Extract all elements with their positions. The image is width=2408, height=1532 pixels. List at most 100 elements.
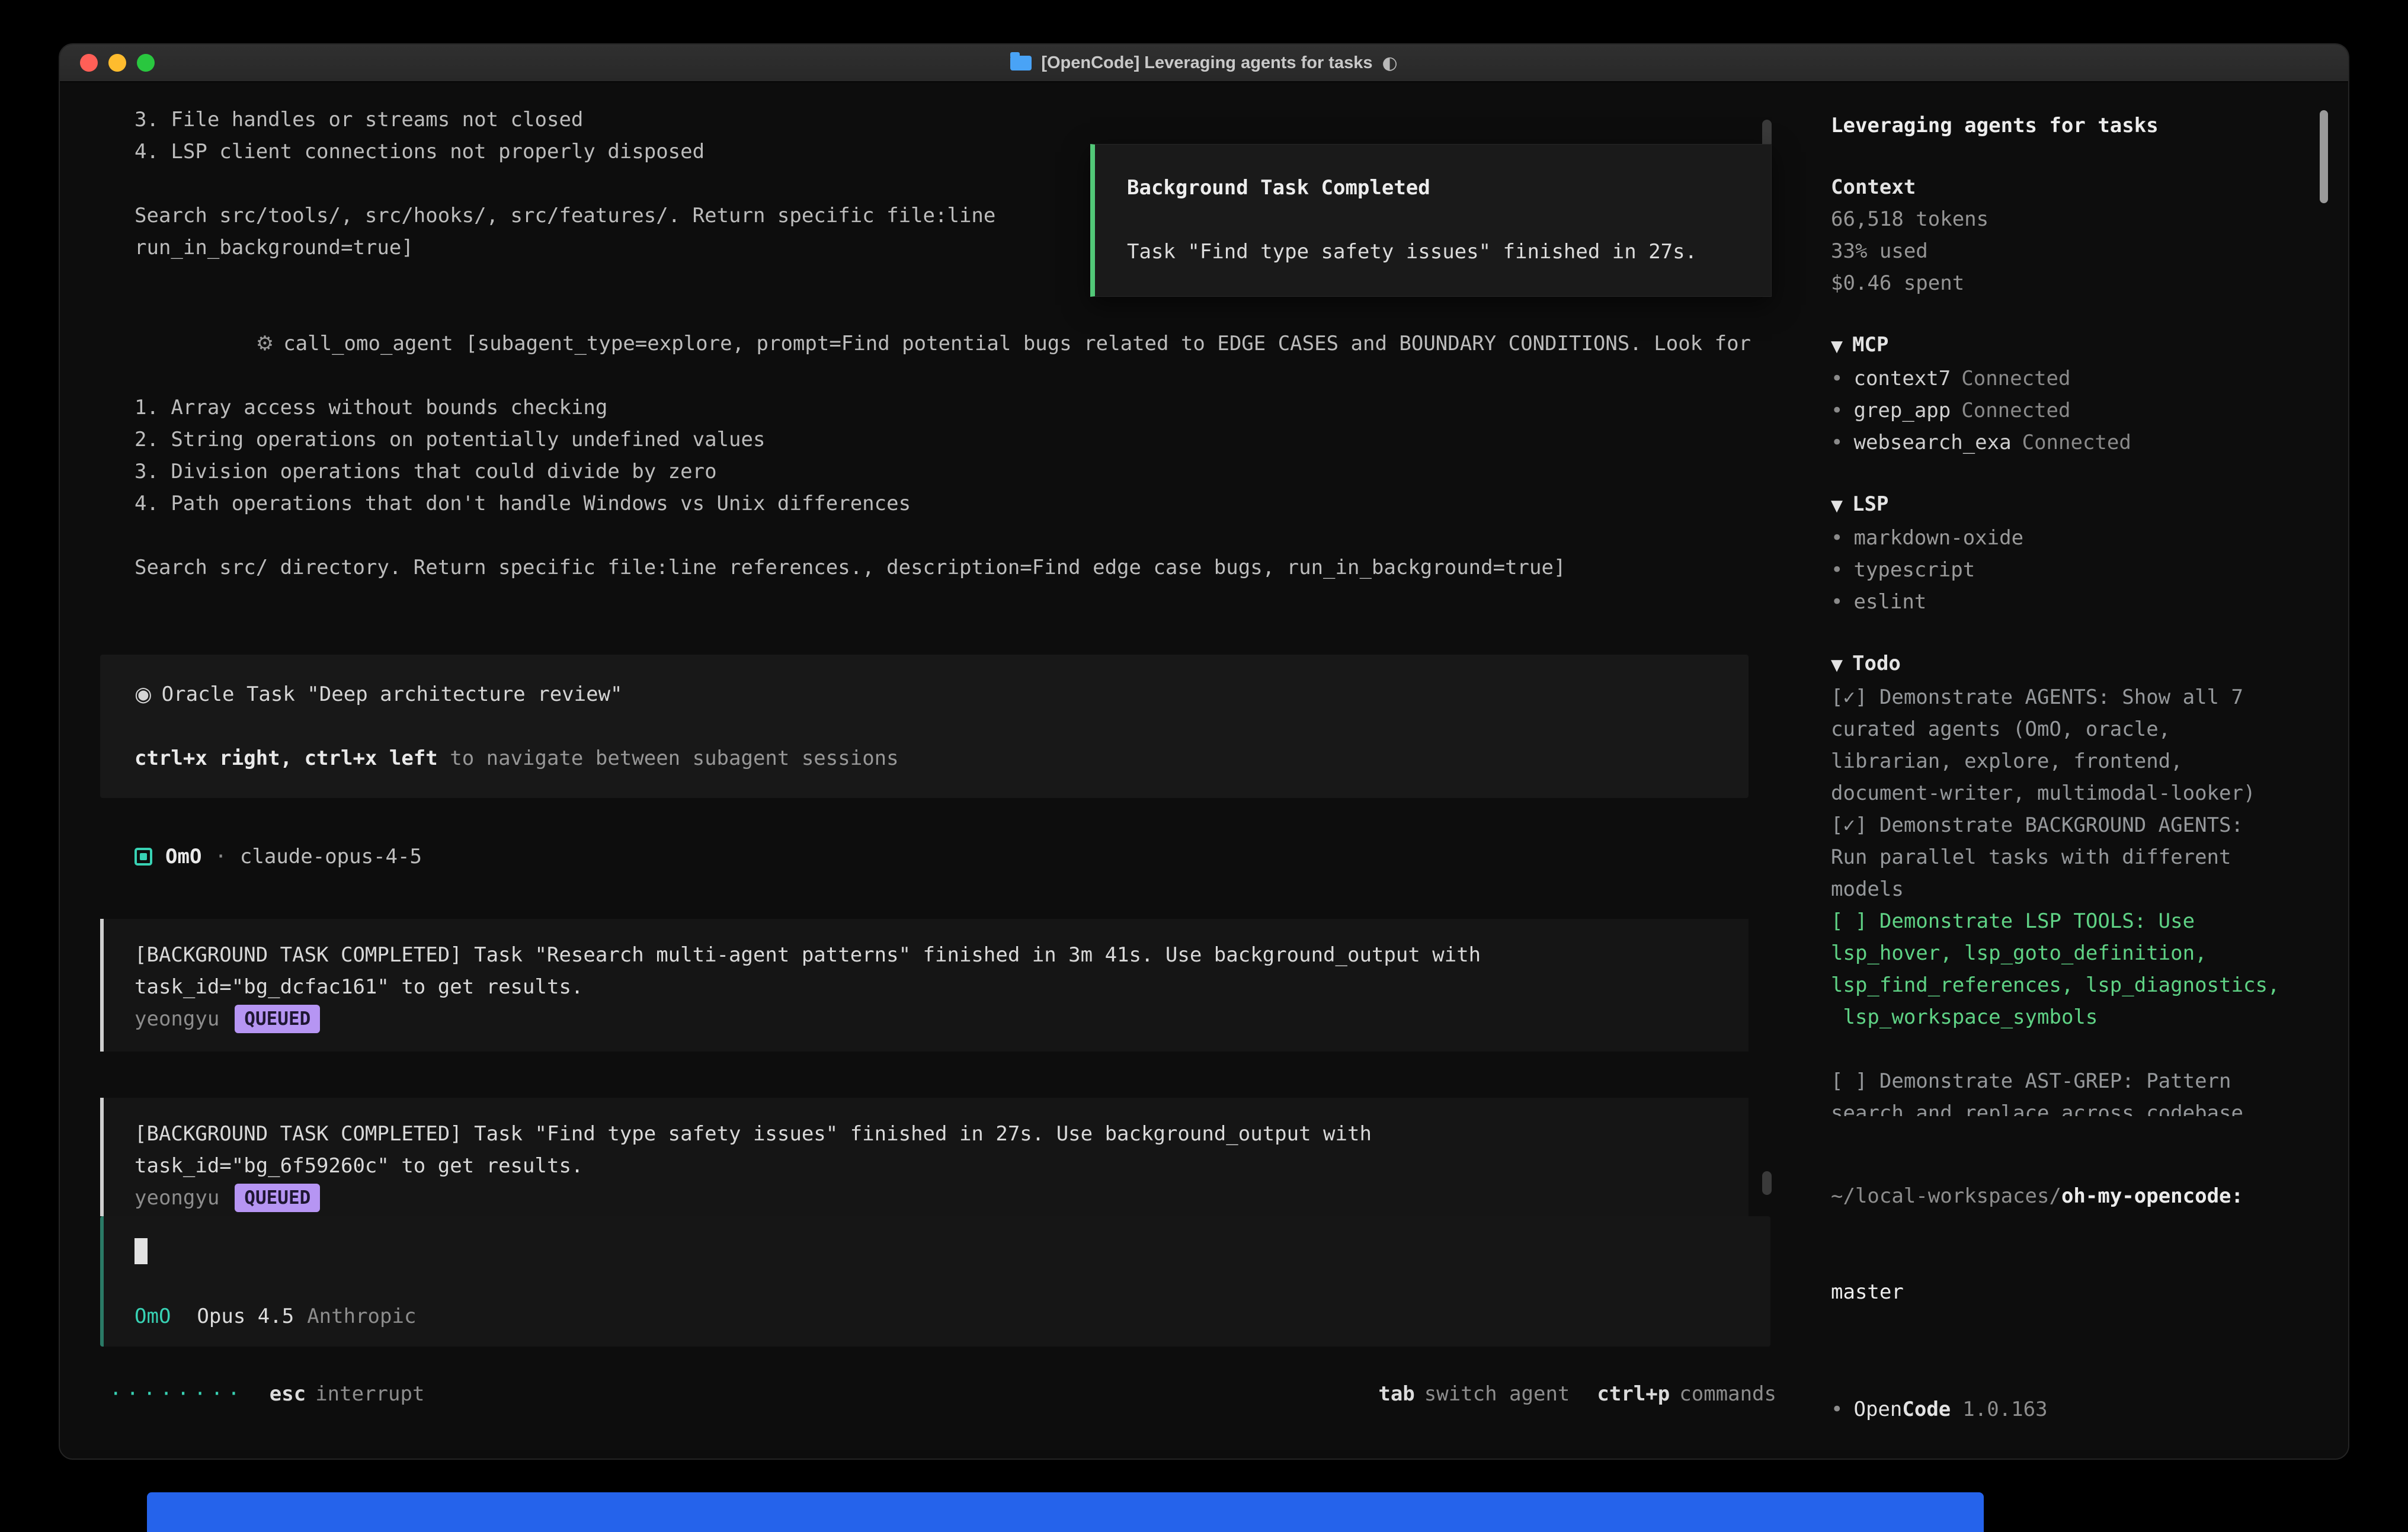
brand-name-regular: Open [1853, 1393, 1902, 1425]
mcp-status: Connected [1961, 399, 2070, 422]
sidebar-scrollbar-thumb[interactable] [2320, 110, 2328, 203]
log-line [135, 520, 1765, 552]
session-sidebar: Leveraging agents for tasks Context 66,5… [1806, 82, 2348, 1459]
window-title: [OpenCode] Leveraging agents for tasks ◐ [1010, 53, 1397, 73]
timer-icon: ◐ [1382, 53, 1397, 73]
tool-call-line: ⚙ call_omo_agent [subagent_type=explore, … [135, 296, 1765, 392]
bullet-icon: • [1831, 431, 1843, 454]
log-line: 4. Path operations that don't handle Win… [135, 488, 1765, 520]
chat-panel: 3. File handles or streams not closed 4.… [60, 82, 1806, 1459]
lsp-section-header[interactable]: ▼LSP [1831, 488, 2294, 522]
terminal-window: [OpenCode] Leveraging agents for tasks ◐… [59, 43, 2349, 1460]
folder-icon [1010, 56, 1032, 70]
agent-name: OmO [165, 841, 201, 873]
subagent-nav-hint: ctrl+x right, ctrl+x left to navigate be… [135, 742, 1713, 774]
commands-hint: ctrl+p commands [1597, 1378, 1776, 1410]
prompt-input-line[interactable] [135, 1234, 1747, 1266]
workspace-repo: oh-my-opencode: [2061, 1184, 2243, 1208]
log-line: 2. String operations on potentially unde… [135, 424, 1765, 456]
background-window-strip [147, 1492, 1984, 1532]
mcp-section-header[interactable]: ▼MCP [1831, 329, 2294, 363]
text-cursor [135, 1238, 148, 1264]
chevron-down-icon: ▼ [1831, 497, 1843, 515]
todo-item: [✓] Demonstrate AGENTS: Show all 7 curat… [1831, 681, 2294, 809]
version-number: 1.0.163 [1962, 1393, 2047, 1425]
bullet-icon: • [1831, 526, 1843, 550]
log-line: 3. Division operations that could divide… [135, 456, 1765, 488]
window-title-text: [OpenCode] Leveraging agents for tasks [1041, 53, 1372, 73]
chevron-down-icon: ▼ [1831, 338, 1843, 355]
mcp-section: ▼MCP •context7Connected •grep_appConnect… [1831, 329, 2294, 459]
spinner-dots: ········ [110, 1378, 245, 1410]
minimize-window-button[interactable] [108, 54, 126, 72]
todo-section-header[interactable]: ▼Todo [1831, 648, 2294, 681]
agent-model: claude-opus-4-5 [240, 841, 422, 873]
context-tokens: 66,518 tokens [1831, 203, 2294, 235]
mcp-item: •grep_appConnected [1831, 395, 2294, 427]
bullet-icon: • [1831, 1393, 1843, 1425]
lsp-section: ▼LSP •markdown-oxide •typescript •eslint [1831, 488, 2294, 618]
todo-item: [✓] Demonstrate BACKGROUND AGENTS: Run p… [1831, 809, 2294, 905]
lsp-item: •typescript [1831, 554, 2294, 586]
tab-hint: tab switch agent [1378, 1378, 1570, 1410]
workspace-path-prefix: ~/local-workspaces/ [1831, 1184, 2061, 1208]
mcp-status: Connected [1961, 367, 2070, 390]
message-author: yeongyu [135, 1182, 219, 1214]
close-window-button[interactable] [80, 54, 98, 72]
hint-description: to navigate between subagent sessions [438, 746, 899, 770]
brand-name-bold: Code [1902, 1393, 1951, 1425]
traffic-lights [80, 54, 155, 72]
window-titlebar[interactable]: [OpenCode] Leveraging agents for tasks ◐ [60, 44, 2348, 82]
notification-title: Background Task Completed [1127, 172, 1747, 204]
todo-section: ▼Todo [✓] Demonstrate AGENTS: Show all 7… [1831, 648, 2294, 1116]
tool-call-text: call_omo_agent [subagent_type=explore, p… [283, 332, 1751, 355]
separator-dot: · [214, 841, 226, 873]
message-text: [BACKGROUND TASK COMPLETED] Task "Find t… [135, 1118, 1713, 1182]
ctrlp-action-label: commands [1679, 1378, 1776, 1410]
bullet-icon: • [1831, 399, 1843, 422]
todo-item: [ ] Demonstrate AST-GREP: Pattern search… [1831, 1065, 2294, 1116]
bullet-icon: • [1831, 590, 1843, 614]
status-bar: ········ esc interrupt tab switch agent … [60, 1347, 1806, 1459]
log-line: 3. File handles or streams not closed [135, 104, 1765, 136]
queued-badge: QUEUED [235, 1005, 320, 1033]
esc-hint: esc interrupt [270, 1378, 425, 1410]
active-model-label: Opus 4.5 [197, 1300, 294, 1332]
background-task-message: [BACKGROUND TASK COMPLETED] Task "Resear… [100, 919, 1749, 1052]
workspace-branch: master [1831, 1276, 2294, 1308]
context-spent: $0.46 spent [1831, 267, 2294, 299]
message-author: yeongyu [135, 1003, 219, 1035]
tab-key-label: tab [1378, 1378, 1414, 1410]
bullet-icon: • [1831, 367, 1843, 390]
chat-scroll-area[interactable]: 3. File handles or streams not closed 4.… [60, 82, 1806, 1216]
agent-icon [135, 848, 152, 866]
notification-body: Task "Find type safety issues" finished … [1127, 236, 1747, 268]
chevron-down-icon: ▼ [1831, 656, 1843, 674]
mcp-status: Connected [2022, 431, 2131, 454]
mcp-item: •context7Connected [1831, 363, 2294, 395]
todo-item: [ ] Demonstrate LSP TOOLS: Use lsp_hover… [1831, 905, 2294, 1033]
lsp-item: •eslint [1831, 586, 2294, 618]
context-used: 33% used [1831, 235, 2294, 267]
esc-key-label: esc [270, 1378, 306, 1410]
background-task-message: [BACKGROUND TASK COMPLETED] Task "Find t… [100, 1098, 1749, 1216]
oracle-task-panel: ◉Oracle Task "Deep architecture review" … [100, 655, 1749, 798]
active-agent-label: OmO [135, 1300, 171, 1332]
log-line: 1. Array access without bounds checking [135, 392, 1765, 424]
context-header: Context [1831, 175, 1916, 199]
prompt-input[interactable]: OmO Opus 4.5 Anthropic [100, 1216, 1770, 1347]
context-section: Context 66,518 tokens 33% used $0.46 spe… [1831, 171, 2294, 299]
zoom-window-button[interactable] [137, 54, 155, 72]
model-indicator: OmO Opus 4.5 Anthropic [135, 1300, 1747, 1332]
ctrlp-key-label: ctrl+p [1597, 1378, 1670, 1410]
gear-icon: ⚙ [256, 332, 274, 355]
scrollbar-thumb[interactable] [1762, 1171, 1772, 1195]
session-title: Leveraging agents for tasks [1831, 110, 2294, 142]
agent-header: OmO · claude-opus-4-5 [135, 841, 1806, 873]
bullet-icon: • [1831, 558, 1843, 582]
workspace-path: ~/local-workspaces/oh-my-opencode: maste… [1831, 1116, 2294, 1372]
mcp-item: •websearch_exaConnected [1831, 427, 2294, 459]
lsp-item: •markdown-oxide [1831, 522, 2294, 554]
sidebar-scroll-area[interactable]: Leveraging agents for tasks Context 66,5… [1831, 110, 2294, 1116]
active-provider-label: Anthropic [307, 1300, 416, 1332]
